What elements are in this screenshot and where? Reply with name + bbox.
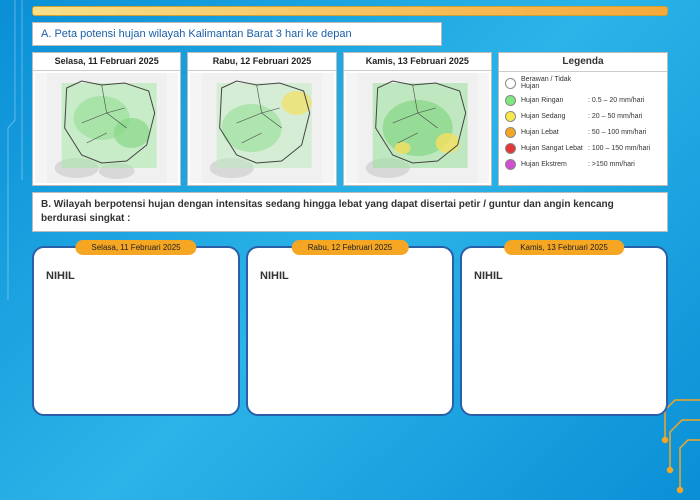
- forecast-row: Selasa, 11 Februari 2025 NIHIL Rabu, 12 …: [32, 246, 668, 416]
- legend-item: Hujan Ringan : 0.5 – 20 mm/hari: [505, 95, 661, 106]
- decorative-lines-left: [0, 0, 30, 500]
- forecast-card-2: Kamis, 13 Februari 2025 NIHIL: [460, 246, 668, 416]
- maps-row: Selasa, 11 Februari 2025 Rabu, 12 Februa…: [32, 52, 668, 186]
- legend-body: Berawan / Tidak Hujan Hujan Ringan : 0.5 –…: [499, 72, 667, 185]
- top-banner: [32, 6, 668, 16]
- legend-item: Hujan Ekstrem : >150 mm/hari: [505, 159, 661, 170]
- section-b-title: B. Wilayah berpotensi hujan dengan inten…: [32, 192, 668, 232]
- section-a-title: A. Peta potensi hujan wilayah Kalimantan…: [32, 22, 442, 46]
- map-date: Selasa, 11 Februari 2025: [33, 53, 180, 70]
- legend-label: Hujan Sedang: [521, 113, 583, 120]
- legend-swatch: [505, 143, 516, 154]
- map-date: Kamis, 13 Februari 2025: [344, 53, 491, 70]
- map-card-2: Kamis, 13 Februari 2025: [343, 52, 492, 186]
- legend-item: Berawan / Tidak Hujan: [505, 76, 661, 90]
- forecast-tab: Selasa, 11 Februari 2025: [75, 240, 196, 255]
- legend-card: Legenda Berawan / Tidak Hujan Hujan Ringa…: [498, 52, 668, 186]
- legend-label: Berawan / Tidak Hujan: [521, 76, 583, 90]
- legend-swatch: [505, 111, 516, 122]
- legend-range: : 100 – 150 mm/hari: [588, 145, 661, 152]
- legend-label: Hujan Ekstrem: [521, 161, 583, 168]
- legend-swatch: [505, 159, 516, 170]
- map-card-0: Selasa, 11 Februari 2025: [32, 52, 181, 186]
- map-date: Rabu, 12 Februari 2025: [188, 53, 335, 70]
- forecast-card-1: Rabu, 12 Februari 2025 NIHIL: [246, 246, 454, 416]
- legend-swatch: [505, 78, 516, 89]
- legend-range: : >150 mm/hari: [588, 161, 661, 168]
- map-image: [190, 73, 333, 183]
- legend-title: Legenda: [499, 53, 667, 71]
- map-image: [35, 73, 178, 183]
- legend-label: Hujan Lebat: [521, 129, 583, 136]
- legend-swatch: [505, 95, 516, 106]
- legend-range: : 0.5 – 20 mm/hari: [588, 97, 661, 104]
- legend-item: Hujan Sedang : 20 – 50 mm/hari: [505, 111, 661, 122]
- forecast-card-0: Selasa, 11 Februari 2025 NIHIL: [32, 246, 240, 416]
- legend-swatch: [505, 127, 516, 138]
- legend-item: Hujan Lebat : 50 – 100 mm/hari: [505, 127, 661, 138]
- legend-item: Hujan Sangat Lebat : 100 – 150 mm/hari: [505, 143, 661, 154]
- legend-label: Hujan Sangat Lebat: [521, 145, 583, 152]
- legend-range: : 20 – 50 mm/hari: [588, 113, 661, 120]
- forecast-tab: Kamis, 13 Februari 2025: [504, 240, 624, 255]
- map-card-1: Rabu, 12 Februari 2025: [187, 52, 336, 186]
- map-image: [346, 73, 489, 183]
- legend-label: Hujan Ringan: [521, 97, 583, 104]
- forecast-tab: Rabu, 12 Februari 2025: [292, 240, 409, 255]
- legend-range: : 50 – 100 mm/hari: [588, 129, 661, 136]
